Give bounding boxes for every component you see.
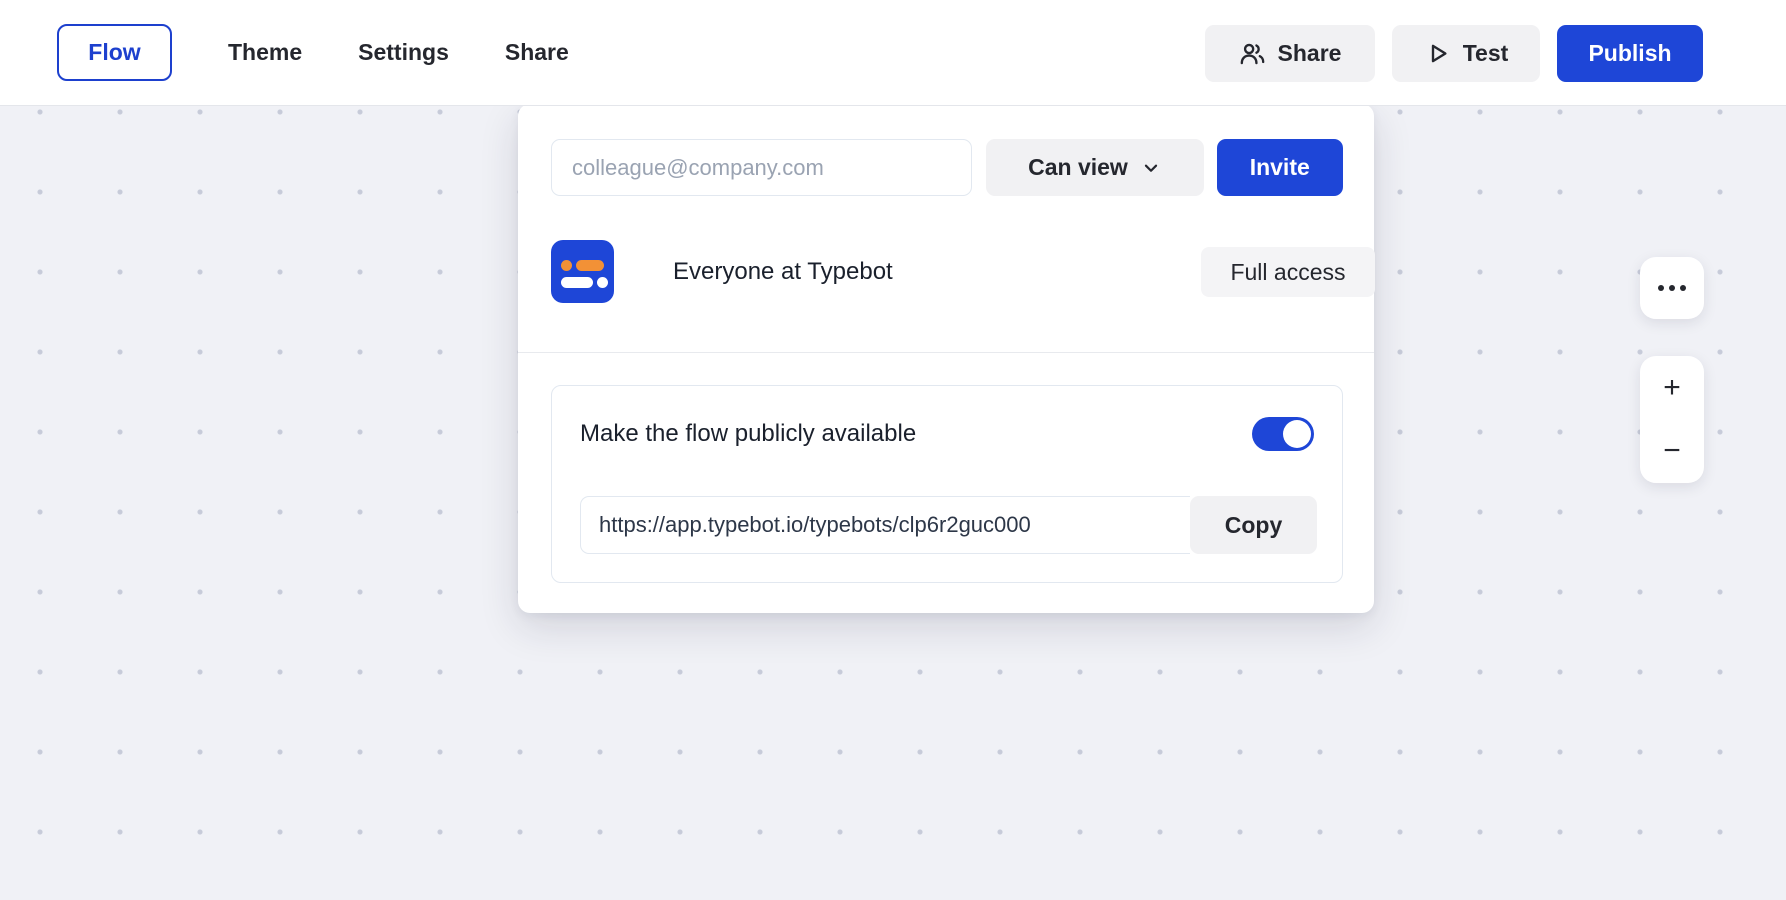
role-select-label: Can view bbox=[1028, 154, 1128, 181]
ellipsis-icon bbox=[1658, 285, 1664, 291]
popover-divider bbox=[518, 352, 1374, 353]
tab-settings[interactable]: Settings bbox=[358, 39, 449, 66]
member-name: Everyone at Typebot bbox=[673, 258, 893, 286]
member-row: Everyone at Typebot Full access bbox=[551, 240, 1343, 303]
tab-share[interactable]: Share bbox=[505, 39, 569, 66]
test-button-label: Test bbox=[1463, 40, 1509, 67]
tab-theme[interactable]: Theme bbox=[228, 39, 302, 66]
chevron-down-icon bbox=[1140, 157, 1162, 179]
access-level-badge: Full access bbox=[1201, 247, 1375, 297]
copy-url-button[interactable]: Copy bbox=[1190, 496, 1317, 554]
public-availability-toggle[interactable] bbox=[1252, 417, 1314, 451]
invite-row: Can view Invite bbox=[551, 139, 1343, 196]
header-actions: Share Test Publish bbox=[1205, 0, 1703, 106]
public-toggle-label: Make the flow publicly available bbox=[580, 420, 916, 448]
invite-email-input[interactable] bbox=[551, 139, 972, 196]
zoom-out-button[interactable]: − bbox=[1640, 420, 1704, 484]
role-select-button[interactable]: Can view bbox=[986, 139, 1203, 196]
invite-button[interactable]: Invite bbox=[1217, 139, 1343, 196]
ellipsis-icon bbox=[1669, 285, 1675, 291]
editor-tabs: Flow Theme Settings Share bbox=[0, 24, 569, 81]
test-button[interactable]: Test bbox=[1392, 25, 1540, 82]
toggle-knob bbox=[1283, 420, 1311, 448]
public-url-input[interactable] bbox=[580, 496, 1190, 554]
public-url-row: Copy bbox=[580, 496, 1317, 554]
share-button-label: Share bbox=[1278, 40, 1342, 67]
zoom-in-button[interactable]: + bbox=[1640, 356, 1704, 420]
share-popover: Can view Invite Everyone at Typebot Full… bbox=[518, 104, 1374, 613]
play-icon bbox=[1424, 40, 1451, 67]
zoom-controls: + − bbox=[1640, 356, 1704, 483]
typebot-editor: + − Flow Theme Settings Share Share bbox=[0, 0, 1786, 900]
top-navigation-bar: Flow Theme Settings Share Share Test bbox=[0, 0, 1786, 106]
tab-flow[interactable]: Flow bbox=[57, 24, 172, 81]
people-icon bbox=[1239, 40, 1266, 67]
share-button[interactable]: Share bbox=[1205, 25, 1375, 82]
public-availability-card: Make the flow publicly available Copy bbox=[551, 385, 1343, 583]
more-options-button[interactable] bbox=[1640, 257, 1704, 319]
typebot-logo-icon bbox=[551, 240, 614, 303]
publish-button[interactable]: Publish bbox=[1557, 25, 1703, 82]
ellipsis-icon bbox=[1680, 285, 1686, 291]
